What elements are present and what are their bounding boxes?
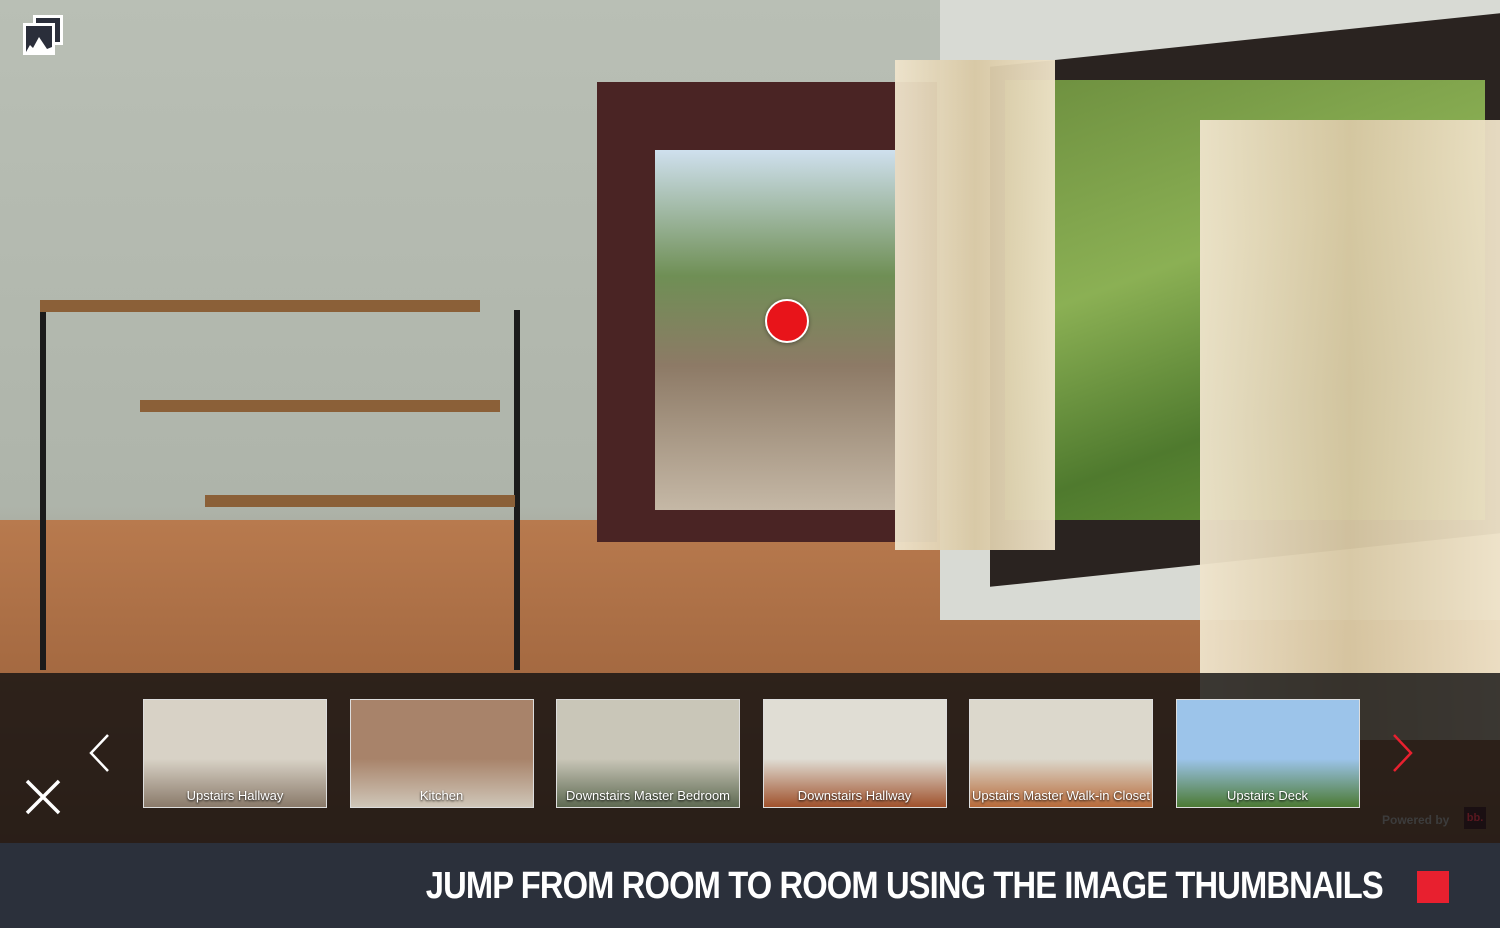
- room-thumbnail[interactable]: Upstairs Deck: [1175, 699, 1360, 808]
- room-thumbnail[interactable]: Kitchen: [349, 699, 534, 808]
- thumbnail-label: Kitchen: [419, 788, 464, 803]
- gallery-images-icon[interactable]: [21, 13, 65, 57]
- chevron-right-icon[interactable]: [1390, 733, 1414, 773]
- accent-square: [1417, 871, 1449, 903]
- thumbnail-label: Upstairs Deck: [1227, 788, 1308, 803]
- shelf-board: [205, 495, 515, 507]
- bookshelf: [40, 310, 520, 670]
- close-icon[interactable]: [24, 778, 62, 816]
- curtain-left: [895, 60, 1055, 550]
- room-thumbnail[interactable]: Upstairs Master Walk-in Closet: [969, 699, 1153, 808]
- thumbnail-label: Upstairs Master Walk-in Closet: [972, 788, 1150, 803]
- shelf-board: [140, 400, 500, 412]
- room-thumbnail[interactable]: Upstairs Hallway: [143, 699, 327, 808]
- curtain-right: [1200, 120, 1500, 740]
- thumbnail-label: Downstairs Hallway: [797, 788, 912, 803]
- room-thumbnail[interactable]: Downstairs Master Bedroom: [556, 699, 740, 808]
- thumbnail-label: Downstairs Master Bedroom: [566, 788, 730, 803]
- chevron-left-icon[interactable]: [88, 733, 112, 773]
- room-thumbnail[interactable]: Downstairs Hallway: [762, 699, 947, 808]
- caption-banner: JUMP FROM ROOM TO ROOM USING THE IMAGE T…: [0, 843, 1500, 928]
- powered-by-text: Powered by: [1382, 813, 1450, 827]
- brand-logo[interactable]: bb.: [1464, 807, 1486, 829]
- banner-title: JUMP FROM ROOM TO ROOM USING THE IMAGE T…: [425, 865, 1384, 907]
- thumbnail-label: Upstairs Hallway: [186, 788, 284, 803]
- navigation-hotspot[interactable]: [765, 299, 809, 343]
- shelf-board: [40, 300, 480, 312]
